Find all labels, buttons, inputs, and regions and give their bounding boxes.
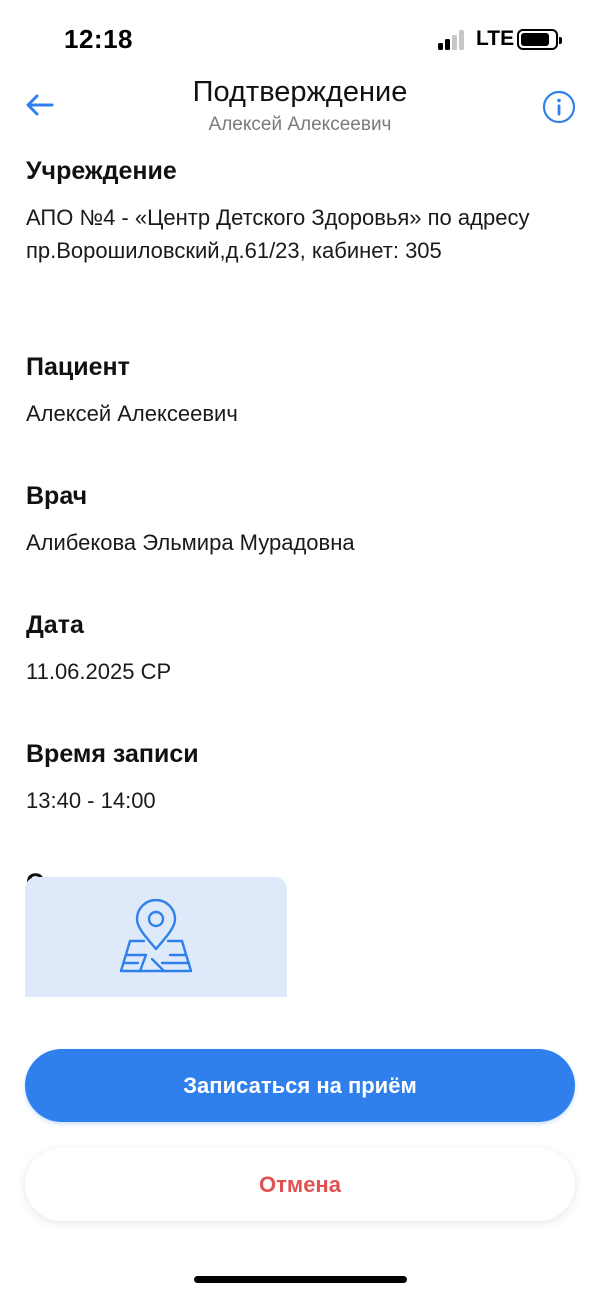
patient-value: Алексей Алексеевич: [26, 401, 238, 426]
map-pin-icon: [119, 899, 193, 973]
institution-section: Учреждение АПО №4 - «Центр Детского Здор…: [26, 153, 578, 329]
doctor-section: Врач Алибекова Эльмира Мурадовна: [26, 478, 578, 587]
patient-label: Пациент: [26, 353, 130, 381]
confirmation-screen: 12:18 LTE Подтверждение Алексей Алексеев…: [0, 0, 600, 1297]
map-card-header: [25, 877, 287, 997]
time-value: 13:40 - 14:00: [26, 788, 156, 813]
network-type: LTE: [476, 27, 515, 50]
battery-icon: [517, 29, 562, 50]
info-circle-icon: [542, 90, 576, 124]
cancel-button[interactable]: Отмена: [25, 1148, 575, 1221]
date-label: Дата: [26, 611, 84, 639]
bottom-actions: Записаться на приём Отмена: [0, 1023, 600, 1297]
appointment-details: Учреждение АПО №4 - «Центр Детского Здор…: [26, 153, 578, 994]
page-title: Подтверждение: [192, 76, 408, 108]
doctor-value: Алибекова Эльмира Мурадовна: [26, 530, 355, 555]
map-card[interactable]: [25, 877, 287, 1027]
book-appointment-button[interactable]: Записаться на приём: [25, 1049, 575, 1122]
signal-strength-icon: [438, 30, 470, 50]
institution-label: Учреждение: [26, 157, 177, 185]
time-section: Время записи 13:40 - 14:00: [26, 736, 578, 845]
page-subtitle: Алексей Алексеевич: [208, 114, 392, 135]
institution-value: АПО №4 - «Центр Детского Здоровья» по ад…: [26, 205, 530, 263]
patient-section: Пациент Алексей Алексеевич: [26, 349, 578, 458]
info-button[interactable]: [542, 90, 576, 124]
nav-header: Подтверждение Алексей Алексеевич: [0, 72, 600, 142]
date-value: 11.06.2025 СР: [26, 659, 172, 684]
status-bar: 12:18 LTE: [0, 0, 600, 80]
home-indicator: [194, 1276, 407, 1283]
status-time: 12:18: [64, 24, 133, 54]
time-label: Время записи: [26, 740, 199, 768]
doctor-label: Врач: [26, 482, 88, 510]
date-section: Дата 11.06.2025 СР: [26, 607, 578, 716]
